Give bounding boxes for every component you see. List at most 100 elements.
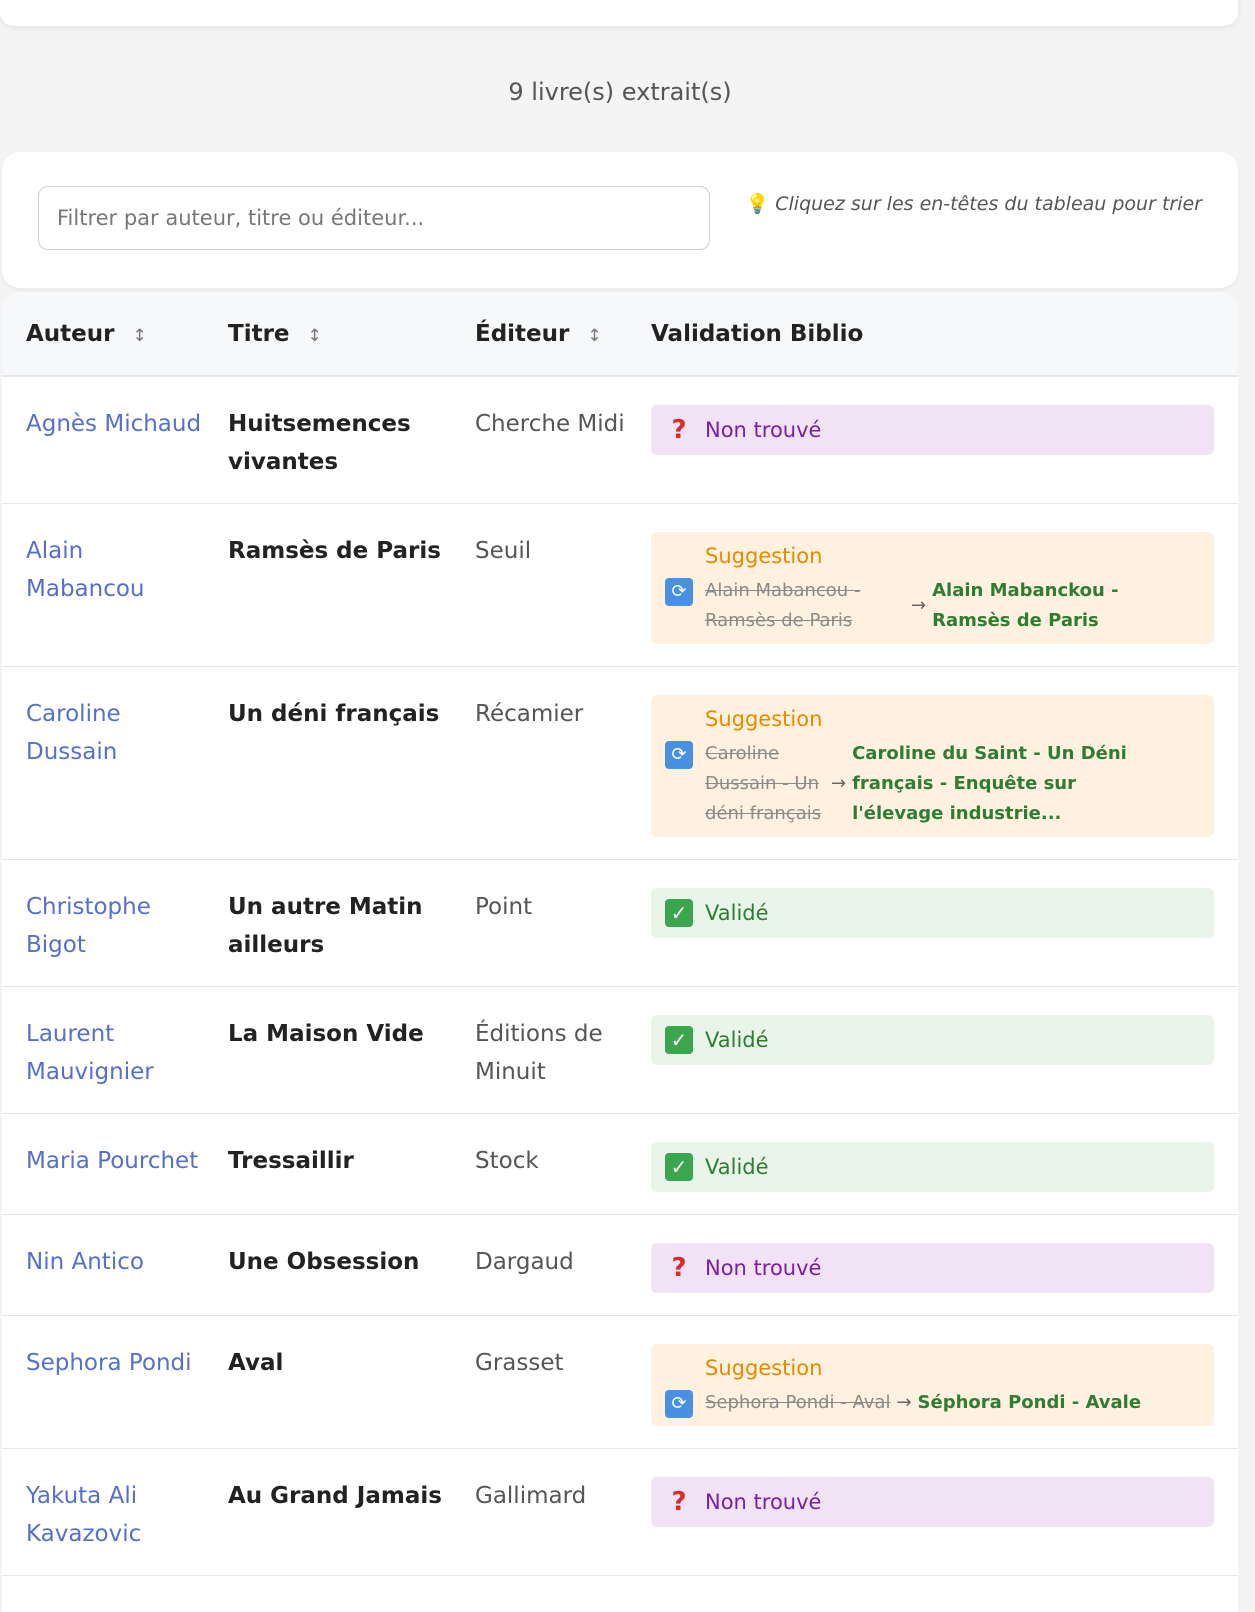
suggestion-change: Sephora Pondi - Aval → Séphora Pondi - A… bbox=[705, 1388, 1200, 1418]
status-label: Suggestion bbox=[705, 544, 823, 568]
suggested-value: Alain Mabanckou - Ramsès de Paris bbox=[932, 580, 1119, 631]
title-cell: Aval bbox=[204, 1315, 451, 1449]
author-cell[interactable]: Christophe Bigot bbox=[2, 859, 204, 987]
status-label: Validé bbox=[705, 1028, 769, 1052]
table-header-row: Auteur ↕ Titre ↕ Éditeur ↕ Validation Bibli… bbox=[2, 292, 1238, 376]
column-header-title-label: Titre bbox=[228, 320, 290, 347]
question-mark-icon: ? bbox=[671, 1253, 687, 1283]
editor-cell: Stock bbox=[451, 1113, 635, 1215]
arrow-right-icon: → bbox=[896, 1392, 912, 1413]
check-box-icon: ✓ bbox=[665, 1153, 693, 1181]
status-label: Validé bbox=[705, 1155, 769, 1179]
suggested-value: Séphora Pondi - Avale bbox=[917, 1392, 1142, 1413]
editor-cell: Cherche Midi bbox=[451, 376, 635, 504]
refresh-icon: ⟳ bbox=[665, 578, 693, 606]
filter-panel: 💡Cliquez sur les en-têtes du tableau pou… bbox=[2, 152, 1238, 288]
editor-cell: Seuil bbox=[451, 503, 635, 667]
editor-cell: Éditions de Minuit bbox=[451, 986, 635, 1114]
column-header-title[interactable]: Titre ↕ bbox=[204, 292, 451, 376]
author-cell[interactable]: Sephora Pondi bbox=[2, 1315, 204, 1449]
sort-icon: ↕ bbox=[307, 325, 322, 346]
previous-panel bbox=[0, 0, 1238, 26]
suggestion-change: Caroline Dussain - Un déni français → Ca… bbox=[705, 739, 1200, 829]
table-row: Caroline Dussain Un déni français Récami… bbox=[2, 666, 1238, 860]
column-header-author-label: Auteur bbox=[26, 320, 115, 347]
author-cell[interactable]: Laurent Mauvignier bbox=[2, 986, 204, 1114]
filter-input[interactable] bbox=[38, 186, 710, 250]
title-cell: Un autre Matin ailleurs bbox=[204, 859, 451, 987]
validation-cell: ✓ Validé bbox=[635, 1113, 1238, 1215]
status-label: Non trouvé bbox=[705, 418, 822, 442]
status-badge-suggestion: ⟳ Suggestion Caroline Dussain - Un déni … bbox=[651, 695, 1214, 837]
check-box-icon: ✓ bbox=[665, 1026, 693, 1054]
validation-cell: ? Non trouvé bbox=[635, 376, 1238, 504]
editor-cell: Gallimard bbox=[451, 1448, 635, 1576]
author-cell[interactable]: Agnès Michaud bbox=[2, 376, 204, 504]
suggestion-change: Alain Mabancou - Ramsès de Paris → Alain… bbox=[705, 576, 1200, 636]
status-label: Non trouvé bbox=[705, 1256, 822, 1280]
editor-cell: Récamier bbox=[451, 666, 635, 860]
editor-cell: Grasset bbox=[451, 1315, 635, 1449]
table-row: Sephora Pondi Aval Grasset ⟳ Suggestion … bbox=[2, 1315, 1238, 1449]
status-badge-valid: ✓ Validé bbox=[651, 888, 1214, 938]
arrow-right-icon: → bbox=[911, 595, 927, 616]
original-value: Sephora Pondi - Aval bbox=[705, 1392, 891, 1413]
status-badge-not-found: ? Non trouvé bbox=[651, 1243, 1214, 1293]
validation-cell: ⟳ Suggestion Sephora Pondi - Aval → Séph… bbox=[635, 1315, 1238, 1449]
validation-cell: ⟳ Suggestion Caroline Dussain - Un déni … bbox=[635, 666, 1238, 860]
question-mark-icon: ? bbox=[671, 1487, 687, 1517]
title-cell: Ramsès de Paris bbox=[204, 503, 451, 667]
refresh-icon: ⟳ bbox=[665, 741, 693, 769]
original-value: Caroline Dussain - Un déni français bbox=[705, 743, 822, 824]
editor-cell: Dargaud bbox=[451, 1214, 635, 1316]
author-cell[interactable]: Maria Pourchet bbox=[2, 1113, 204, 1215]
sort-hint: 💡 Cliquez sur les en-têtes du tableau pou… bbox=[746, 192, 1202, 215]
status-label: Suggestion bbox=[705, 1356, 823, 1380]
original-value: Alain Mabancou - Ramsès de Paris bbox=[705, 580, 861, 631]
title-cell: La Maison Vide bbox=[204, 986, 451, 1114]
extracted-count: 9 livre(s) extrait(s) bbox=[508, 78, 732, 106]
status-badge-not-found: ? Non trouvé bbox=[651, 405, 1214, 455]
validation-cell: ⟳ Suggestion Alain Mabancou - Ramsès de … bbox=[635, 503, 1238, 667]
title-cell: Tressaillir bbox=[204, 1113, 451, 1215]
check-box-icon: ✓ bbox=[665, 899, 693, 927]
author-cell[interactable]: Alain Mabancou bbox=[2, 503, 204, 667]
status-label: Suggestion bbox=[705, 707, 823, 731]
author-cell[interactable]: Nin Antico bbox=[2, 1214, 204, 1316]
table-row: Yakuta Ali Kavazovic Au Grand Jamais Gal… bbox=[2, 1448, 1238, 1576]
status-label: Non trouvé bbox=[705, 1490, 822, 1514]
validation-cell: ? Non trouvé bbox=[635, 1448, 1238, 1576]
light-bulb-icon: 💡 bbox=[745, 193, 770, 215]
title-cell: Un déni français bbox=[204, 666, 451, 860]
status-badge-not-found: ? Non trouvé bbox=[651, 1477, 1214, 1527]
status-badge-valid: ✓ Validé bbox=[651, 1142, 1214, 1192]
editor-cell: Point bbox=[451, 859, 635, 987]
validation-cell: ✓ Validé bbox=[635, 859, 1238, 987]
column-header-validation-label: Validation Biblio bbox=[651, 320, 864, 347]
column-header-editor-label: Éditeur bbox=[475, 320, 570, 347]
column-header-editor[interactable]: Éditeur ↕ bbox=[451, 292, 635, 376]
suggested-value: Caroline du Saint - Un Déni français - E… bbox=[852, 743, 1127, 824]
sort-icon: ↕ bbox=[587, 325, 602, 346]
validation-cell: ? Non trouvé bbox=[635, 1214, 1238, 1316]
validation-cell: ✓ Validé bbox=[635, 986, 1238, 1114]
column-header-validation: Validation Biblio bbox=[635, 292, 1238, 376]
refresh-icon: ⟳ bbox=[665, 1390, 693, 1418]
table-row: Alain Mabancou Ramsès de Paris Seuil ⟳ S… bbox=[2, 503, 1238, 667]
table-row: Agnès Michaud Huitsemences vivantes Cher… bbox=[2, 376, 1238, 504]
author-cell[interactable]: Yakuta Ali Kavazovic bbox=[2, 1448, 204, 1576]
table-row: Maria Pourchet Tressaillir Stock ✓ Valid… bbox=[2, 1113, 1238, 1215]
arrow-right-icon: → bbox=[831, 773, 847, 794]
author-cell[interactable]: Caroline Dussain bbox=[2, 666, 204, 860]
books-table: Auteur ↕ Titre ↕ Éditeur ↕ Validation Bibli… bbox=[2, 292, 1238, 1576]
table-row: Laurent Mauvignier La Maison Vide Éditio… bbox=[2, 986, 1238, 1114]
status-label: Validé bbox=[705, 901, 769, 925]
column-header-author[interactable]: Auteur ↕ bbox=[2, 292, 204, 376]
question-mark-icon: ? bbox=[671, 415, 687, 445]
books-table-card: Auteur ↕ Titre ↕ Éditeur ↕ Validation Bibli… bbox=[2, 292, 1238, 1612]
title-cell: Au Grand Jamais bbox=[204, 1448, 451, 1576]
title-cell: Une Obsession bbox=[204, 1214, 451, 1316]
status-badge-suggestion: ⟳ Suggestion Alain Mabancou - Ramsès de … bbox=[651, 532, 1214, 644]
title-cell: Huitsemences vivantes bbox=[204, 376, 451, 504]
status-badge-suggestion: ⟳ Suggestion Sephora Pondi - Aval → Séph… bbox=[651, 1344, 1214, 1426]
